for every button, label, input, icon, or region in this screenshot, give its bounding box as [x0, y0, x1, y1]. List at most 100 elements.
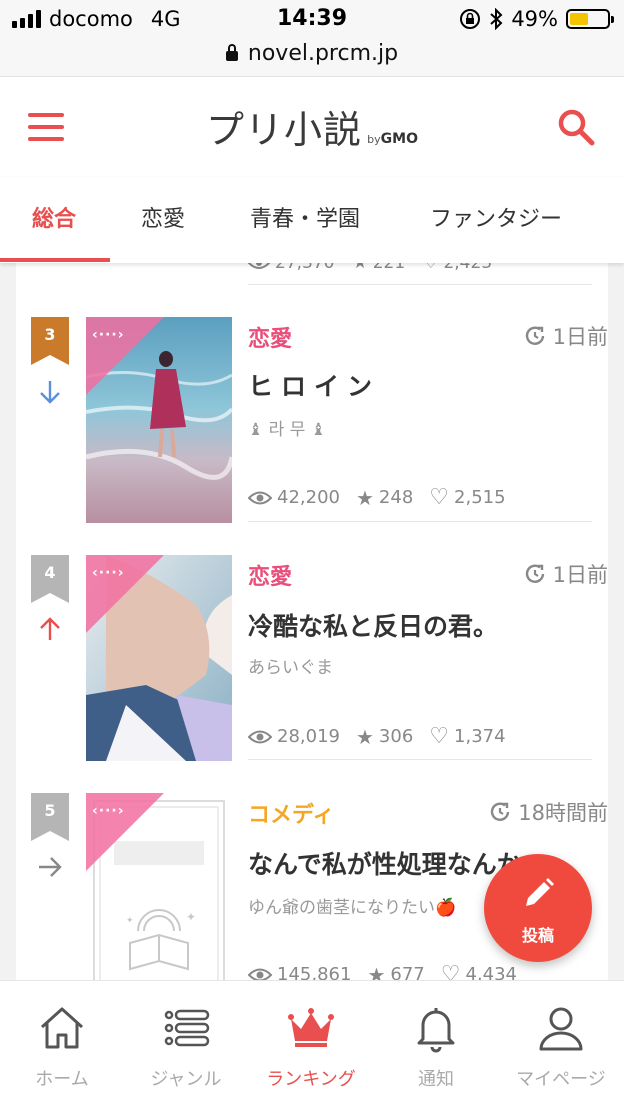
- star-icon: ★: [367, 962, 386, 981]
- clock-icon: [525, 326, 544, 345]
- active-tab-indicator: [0, 258, 110, 262]
- clock-icon: [525, 564, 544, 583]
- svg-text:✦: ✦: [126, 916, 134, 926]
- author-name[interactable]: あらいぐま: [248, 653, 333, 678]
- novel-title[interactable]: なんで私が性処理なんか: [248, 845, 522, 881]
- rank-badge: 3: [31, 317, 69, 365]
- author-name[interactable]: ♝ 라 무 ♝: [248, 415, 326, 440]
- tab-romance[interactable]: 恋愛: [141, 201, 185, 233]
- svg-text:✦: ✦: [186, 910, 196, 924]
- star-icon: ★: [355, 724, 374, 749]
- likes-count: 2,423: [443, 263, 493, 273]
- eye-icon: [248, 491, 272, 504]
- row-divider: [248, 284, 592, 285]
- code-icon: ‹···›: [92, 327, 125, 343]
- nav-ranking-label: ランキング: [266, 1069, 356, 1090]
- heart-icon: ♡: [429, 485, 450, 510]
- likes-count: 1,374: [454, 726, 506, 747]
- post-button[interactable]: 投稿: [484, 854, 592, 962]
- search-button[interactable]: [556, 107, 596, 147]
- cover-thumbnail[interactable]: ‹···›: [86, 317, 232, 523]
- rank-badge: 4: [31, 555, 69, 603]
- arrow-right-icon: [39, 857, 62, 877]
- heart-icon: ♡: [429, 724, 450, 749]
- logo-brand: GMO: [380, 131, 418, 147]
- battery-percent: 49%: [511, 7, 558, 31]
- item-stats: 145,861 ★ 677 ♡ 4,434: [248, 962, 517, 980]
- status-right: 49%: [459, 7, 614, 31]
- nav-home[interactable]: ホーム: [0, 981, 124, 1109]
- post-button-label: 投稿: [521, 926, 554, 945]
- status-bar: docomo 4G 14:39 49%: [0, 0, 624, 40]
- nav-genre[interactable]: ジャンル: [124, 981, 248, 1109]
- eye-icon: [248, 730, 272, 743]
- nav-mypage-label: マイページ: [516, 1069, 606, 1090]
- nav-ranking[interactable]: ランキング: [249, 981, 373, 1109]
- rotation-lock-icon: [460, 9, 481, 29]
- item-stats: 28,019 ★ 306 ♡ 1,374: [248, 724, 506, 749]
- nav-mypage[interactable]: マイページ: [499, 981, 623, 1109]
- stars-count: 306: [378, 726, 414, 747]
- logo-text: プリ小説: [206, 108, 363, 152]
- stars-count: 221: [372, 263, 406, 273]
- rank-number: 3: [44, 325, 56, 344]
- likes-count: 2,515: [454, 487, 506, 508]
- logo-by: by: [367, 133, 381, 146]
- code-icon: ‹···›: [92, 565, 125, 581]
- views-count: 42,200: [277, 487, 340, 508]
- cover-thumbnail[interactable]: ✦ ✦ ‹···›: [86, 793, 232, 980]
- time-text: 1日前: [552, 325, 608, 349]
- views-count: 27,370: [275, 263, 335, 273]
- genre-label: 恋愛: [248, 327, 293, 352]
- url-text: novel.prcm.jp: [247, 41, 399, 66]
- nav-notifications[interactable]: 通知: [374, 981, 498, 1109]
- cover-thumbnail[interactable]: ‹···›: [86, 555, 232, 761]
- tab-school[interactable]: 青春・学園: [250, 201, 360, 233]
- rank-number: 4: [44, 563, 56, 582]
- nav-home-label: ホーム: [35, 1069, 89, 1090]
- novel-title[interactable]: ヒロイン: [248, 367, 380, 403]
- bluetooth-icon: [490, 8, 503, 30]
- genre-tabs: 総合 恋愛 青春・学園 ファンタジー: [0, 177, 624, 263]
- bell-icon: [417, 1008, 455, 1053]
- row-divider: [248, 521, 592, 522]
- likes-count: 4,434: [465, 964, 517, 980]
- stars-count: 677: [390, 964, 425, 980]
- code-icon: ‹···›: [92, 803, 125, 819]
- updated-time: 1日前: [523, 321, 608, 351]
- bottom-navigation: ホーム ジャンル ランキング 通知 マイページ: [0, 980, 624, 1109]
- partial-stats: 27,370 ★ 221 ♡ 2,423: [248, 263, 492, 273]
- row-divider: [248, 759, 592, 760]
- list-icon: [164, 1009, 210, 1047]
- eye-icon: [248, 968, 272, 980]
- genre-label: コメディ: [248, 803, 335, 828]
- address-bar[interactable]: novel.prcm.jp: [0, 40, 624, 77]
- time-text: 18時間前: [518, 801, 608, 825]
- star-icon: ★: [352, 263, 368, 273]
- rank-badge: 5: [31, 793, 69, 841]
- novel-title[interactable]: 冷酷な私と反日の君。: [248, 607, 498, 643]
- genre-label: 恋愛: [248, 565, 293, 590]
- nav-notifications-label: 通知: [418, 1069, 454, 1090]
- stars-count: 248: [378, 487, 414, 508]
- battery-icon: [566, 9, 614, 29]
- star-icon: ★: [355, 485, 374, 510]
- author-name[interactable]: ゆん爺の歯茎になりたい🍎: [248, 893, 456, 918]
- site-logo[interactable]: プリ小説 byGMO: [0, 99, 624, 154]
- tab-fantasy[interactable]: ファンタジー: [430, 201, 562, 233]
- lock-icon: [225, 44, 238, 61]
- search-icon: [558, 109, 595, 146]
- heart-icon: ♡: [440, 962, 461, 980]
- tab-overall[interactable]: 総合: [32, 201, 76, 233]
- updated-time: 1日前: [523, 559, 608, 589]
- updated-time: 18時間前: [488, 797, 608, 827]
- clock-icon: [491, 802, 510, 821]
- time-text: 1日前: [552, 563, 608, 587]
- arrow-down-icon: [40, 381, 60, 404]
- views-count: 28,019: [277, 726, 340, 747]
- item-stats: 42,200 ★ 248 ♡ 2,515: [248, 485, 506, 510]
- rank-number: 5: [44, 801, 56, 820]
- pencil-icon: [526, 878, 554, 906]
- person-icon: [539, 1007, 583, 1051]
- arrow-up-icon: [40, 617, 60, 640]
